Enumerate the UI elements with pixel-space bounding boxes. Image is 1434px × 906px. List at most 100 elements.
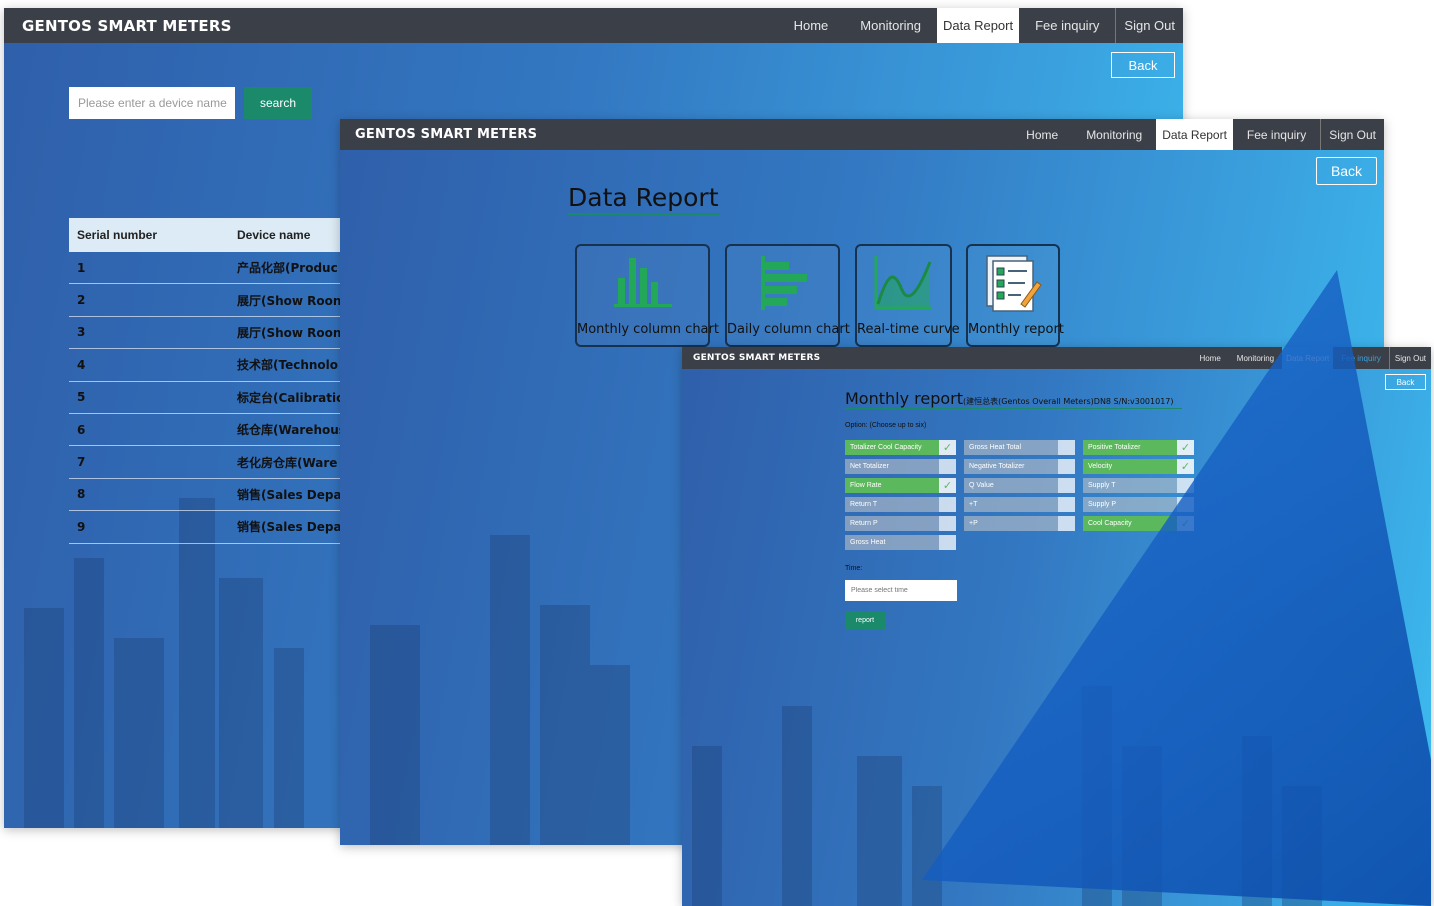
- tile-label: Monthly report: [968, 322, 1064, 337]
- search-button[interactable]: search: [244, 87, 312, 119]
- brand-title: GENTOS SMART METERS: [355, 127, 538, 142]
- option-label-text: Flow Rate: [845, 478, 939, 493]
- serial-cell: 7: [77, 455, 86, 470]
- report-button[interactable]: report: [845, 611, 885, 629]
- column-header-device-name: Device name: [237, 228, 311, 242]
- table-row[interactable]: 3 展厅(Show Roon: [69, 317, 344, 350]
- option-supply-t[interactable]: Supply T: [1083, 478, 1194, 493]
- monthly-report-window: GENTOS SMART METERS Home Monitoring Data…: [682, 347, 1431, 906]
- serial-cell: 6: [77, 422, 86, 437]
- nav-monitoring[interactable]: Monitoring: [1072, 119, 1156, 150]
- nav-data-report[interactable]: Data Report: [1282, 347, 1334, 369]
- nav-home[interactable]: Home: [1191, 347, 1228, 369]
- option-positive-totalizer[interactable]: Positive Totalizer ✓: [1083, 440, 1194, 455]
- option-label-text: Cool Capacity: [1083, 516, 1177, 531]
- option-q-value[interactable]: Q Value: [964, 478, 1075, 493]
- option-label-text: Supply T: [1083, 478, 1177, 493]
- bar-chart-icon: [760, 256, 807, 310]
- device-table: Serial number Device name 1 产品化部(Produc 2…: [69, 218, 344, 544]
- nav-fee-inquiry[interactable]: Fee inquiry: [1333, 347, 1389, 369]
- option-label-text: Totalizer Cool Capacity: [845, 440, 939, 455]
- option-net-totalizer[interactable]: Net Totalizer: [845, 459, 956, 474]
- option-label-text: +P: [964, 516, 1058, 531]
- option-plus-p[interactable]: +P: [964, 516, 1075, 531]
- option-label-text: Q Value: [964, 478, 1058, 493]
- nav-sign-out[interactable]: Sign Out: [1320, 119, 1384, 150]
- top-navbar: GENTOS SMART METERS Home Monitoring Data…: [4, 8, 1183, 43]
- tile-daily-column-chart[interactable]: Daily column chart: [725, 244, 850, 347]
- nav-sign-out[interactable]: Sign Out: [1388, 347, 1431, 369]
- table-row[interactable]: 9 销售(Sales Depai: [69, 511, 344, 544]
- nav-fee-inquiry[interactable]: Fee inquiry: [1233, 119, 1320, 150]
- report-title: Monthly report(建恒总表(Gentos Overall Meter…: [845, 389, 1182, 409]
- nav-menu: Home Monitoring Data Report Fee inquiry …: [778, 8, 1183, 43]
- nav-monitoring[interactable]: Monitoring: [1229, 347, 1282, 369]
- nav-fee-inquiry[interactable]: Fee inquiry: [1019, 8, 1115, 43]
- device-name-cell: 产品化部(Produc: [237, 261, 338, 276]
- serial-cell: 4: [77, 357, 86, 372]
- option-label-text: Gross Heat: [845, 535, 939, 550]
- nav-menu: Home Monitoring Data Report Fee inquiry …: [1191, 347, 1431, 369]
- option-plus-t[interactable]: +T: [964, 497, 1075, 512]
- page-title: Data Report: [568, 183, 719, 215]
- tile-label: Real-time curve: [857, 322, 960, 337]
- time-picker-input[interactable]: [845, 580, 957, 601]
- option-negative-totalizer[interactable]: Negative Totalizer: [964, 459, 1075, 474]
- check-icon: ✓: [1177, 440, 1194, 455]
- serial-cell: 5: [77, 390, 86, 405]
- checkbox: [1058, 497, 1075, 512]
- device-name-cell: 销售(Sales Depai: [237, 487, 344, 502]
- nav-data-report[interactable]: Data Report: [937, 8, 1020, 43]
- back-button[interactable]: Back: [1385, 374, 1426, 390]
- top-navbar: GENTOS SMART METERS Home Monitoring Data…: [340, 119, 1384, 150]
- top-navbar: GENTOS SMART METERS Home Monitoring Data…: [682, 347, 1431, 369]
- checkbox: [1058, 478, 1075, 493]
- option-velocity[interactable]: Velocity ✓: [1083, 459, 1194, 474]
- brand-title: GENTOS SMART METERS: [22, 16, 232, 35]
- checkbox: [1177, 497, 1194, 512]
- brand-title: GENTOS SMART METERS: [693, 353, 821, 363]
- device-search-input[interactable]: [69, 87, 235, 119]
- option-flow-rate[interactable]: Flow Rate ✓: [845, 478, 956, 493]
- tile-real-time-curve[interactable]: Real-time curve: [855, 244, 960, 347]
- option-return-p[interactable]: Return P: [845, 516, 956, 531]
- back-button[interactable]: Back: [1316, 157, 1377, 185]
- serial-cell: 9: [77, 519, 86, 534]
- option-label-text: Velocity: [1083, 459, 1177, 474]
- tile-monthly-report[interactable]: Monthly report: [966, 244, 1064, 347]
- table-row[interactable]: 6 纸仓库(Warehous: [69, 414, 344, 447]
- table-row[interactable]: 8 销售(Sales Depai: [69, 479, 344, 512]
- checkbox: [939, 497, 956, 512]
- option-totalizer-cool-capacity[interactable]: Totalizer Cool Capacity ✓: [845, 440, 956, 455]
- option-label-text: Return T: [845, 497, 939, 512]
- table-row[interactable]: 4 技术部(Technolo: [69, 349, 344, 382]
- option-supply-p[interactable]: Supply P: [1083, 497, 1194, 512]
- checkbox: [1058, 440, 1075, 455]
- device-name-cell: 纸仓库(Warehous: [237, 423, 344, 438]
- nav-home[interactable]: Home: [778, 8, 845, 43]
- curve-chart-icon: [874, 256, 932, 310]
- nav-home[interactable]: Home: [1012, 119, 1072, 150]
- check-icon: ✓: [939, 478, 956, 493]
- option-gross-heat[interactable]: Gross Heat: [845, 535, 956, 550]
- table-row[interactable]: 1 产品化部(Produc: [69, 252, 344, 285]
- tile-monthly-column-chart[interactable]: Monthly column chart: [575, 244, 719, 347]
- table-row[interactable]: 7 老化房仓库(Ware: [69, 446, 344, 479]
- option-return-t[interactable]: Return T: [845, 497, 956, 512]
- report-subtitle: (建恒总表(Gentos Overall Meters)DN8 S/N:v300…: [963, 397, 1174, 406]
- nav-menu: Home Monitoring Data Report Fee inquiry …: [1012, 119, 1384, 150]
- nav-sign-out[interactable]: Sign Out: [1115, 8, 1183, 43]
- option-gross-heat-total[interactable]: Gross Heat Total: [964, 440, 1075, 455]
- table-row[interactable]: 2 展厅(Show Roon: [69, 284, 344, 317]
- nav-data-report[interactable]: Data Report: [1156, 119, 1233, 150]
- nav-monitoring[interactable]: Monitoring: [844, 8, 937, 43]
- device-name-cell: 标定台(Calibratic: [237, 390, 344, 405]
- back-button[interactable]: Back: [1111, 52, 1175, 78]
- column-chart-icon: [613, 258, 672, 307]
- table-row[interactable]: 5 标定台(Calibratic: [69, 382, 344, 414]
- report-title-text: Monthly report: [845, 389, 964, 408]
- option-cool-capacity[interactable]: Cool Capacity ✓: [1083, 516, 1194, 531]
- checkbox: [939, 535, 956, 550]
- option-label-text: Positive Totalizer: [1083, 440, 1177, 455]
- serial-cell: 1: [77, 260, 86, 275]
